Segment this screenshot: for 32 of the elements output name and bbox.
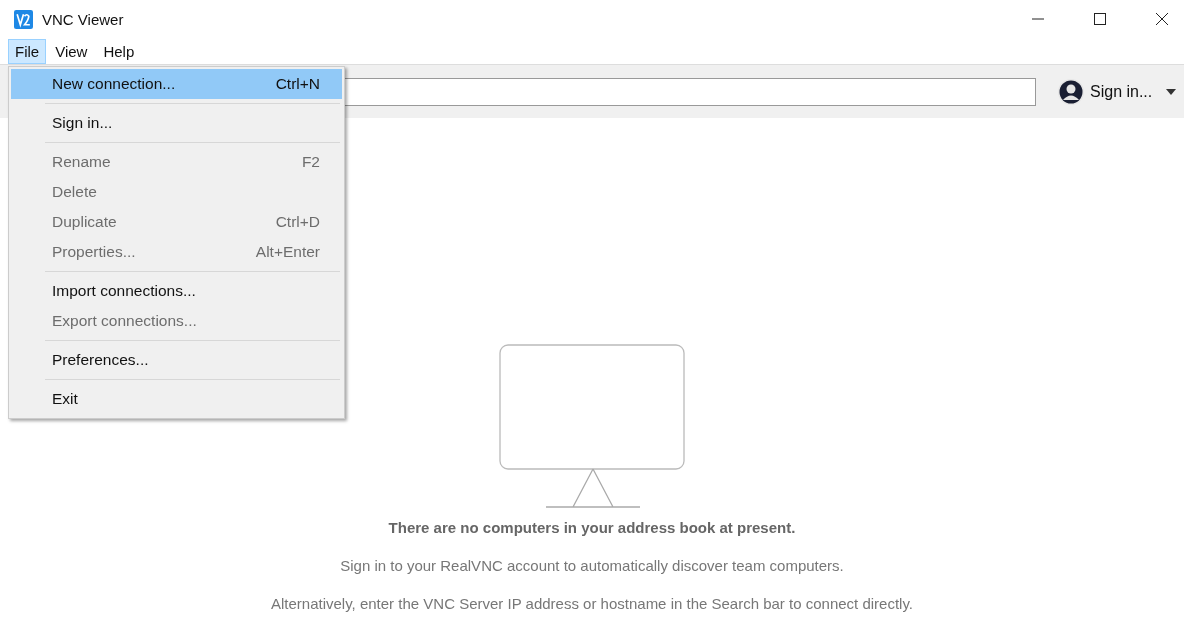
shortcut-text: Ctrl+N bbox=[275, 75, 320, 93]
option-label: Properties... bbox=[52, 243, 136, 261]
menu-option[interactable]: Sign in... bbox=[11, 108, 342, 138]
option-label: Sign in... bbox=[52, 114, 113, 132]
shortcut-text: F2 bbox=[301, 153, 320, 171]
menu-option[interactable]: Preferences... bbox=[11, 345, 342, 375]
option-label: Delete bbox=[52, 183, 97, 201]
sign-in-link[interactable]: Sign in... bbox=[1090, 82, 1153, 101]
info-text: Sign in to your RealVNC account to automatically discover team computers. bbox=[340, 557, 844, 574]
shortcut-text: Ctrl+D bbox=[275, 213, 320, 231]
option-label: Duplicate bbox=[52, 213, 117, 231]
menu-option[interactable]: New connection... Ctrl+N bbox=[11, 69, 342, 99]
option-label: Exit bbox=[52, 390, 78, 408]
menu-option[interactable]: Exit bbox=[11, 384, 342, 414]
option-label: New connection... bbox=[52, 75, 176, 93]
empty-heading: There are no computers in your address book at present. bbox=[388, 519, 796, 536]
maximize-icon[interactable] bbox=[1093, 12, 1107, 26]
window-title: VNC Viewer bbox=[42, 10, 124, 28]
info-text: Alternatively, enter the VNC Server IP address or hostname in the Search bar to connect directly. bbox=[271, 595, 913, 612]
menu-item[interactable]: File bbox=[8, 38, 47, 64]
option-label: Export connections... bbox=[52, 312, 197, 330]
user-avatar-icon bbox=[1058, 78, 1084, 105]
menu-item[interactable]: View bbox=[48, 38, 95, 64]
close-icon[interactable] bbox=[1155, 12, 1169, 26]
shortcut-text: Alt+Enter bbox=[255, 243, 320, 261]
menu-item[interactable]: Help bbox=[96, 38, 142, 64]
menu-option[interactable]: Import connections... bbox=[11, 276, 342, 306]
caret-icon[interactable] bbox=[1166, 88, 1177, 95]
app-logo-icon bbox=[14, 9, 33, 29]
option-label: Rename bbox=[52, 153, 111, 171]
option-label: Preferences... bbox=[52, 351, 149, 369]
option-label: Import connections... bbox=[52, 282, 196, 300]
